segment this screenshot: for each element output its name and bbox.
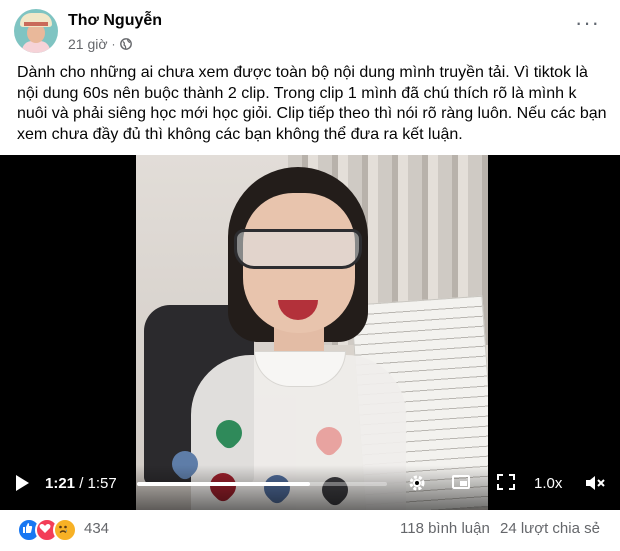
post-text: Dành cho những ai chưa xem được toàn bộ … bbox=[17, 64, 607, 143]
play-icon[interactable] bbox=[16, 475, 29, 491]
playback-speed[interactable]: 1.0x bbox=[534, 475, 562, 492]
author-name[interactable]: Thơ Nguyễn bbox=[68, 12, 162, 30]
video-player[interactable]: 1:21 / 1:57 1.0x bbox=[0, 155, 620, 510]
share-count[interactable]: 24 lượt chia sẻ bbox=[500, 520, 600, 537]
picture-in-picture-icon[interactable] bbox=[452, 475, 470, 489]
reaction-icons[interactable] bbox=[17, 518, 77, 542]
progress-bar[interactable] bbox=[137, 482, 387, 486]
current-time: 1:21 bbox=[45, 475, 76, 492]
reaction-count[interactable]: 434 bbox=[84, 520, 109, 537]
avatar-hatband bbox=[24, 22, 48, 26]
mute-icon[interactable] bbox=[584, 474, 606, 492]
post-meta: 21 giờ · bbox=[68, 36, 132, 52]
video-frame bbox=[136, 155, 488, 510]
sad-icon bbox=[53, 518, 77, 542]
gear-icon[interactable] bbox=[407, 473, 427, 493]
total-time: 1:57 bbox=[87, 475, 117, 492]
facebook-post: Thơ Nguyễn 21 giờ · ··· Dành cho những a… bbox=[0, 0, 620, 551]
expand-icon[interactable] bbox=[497, 474, 515, 490]
avatar[interactable] bbox=[14, 9, 58, 53]
time-separator: / bbox=[75, 475, 88, 492]
meta-separator: · bbox=[111, 37, 116, 51]
post-time[interactable]: 21 giờ bbox=[68, 36, 108, 52]
progress-fill bbox=[137, 482, 310, 486]
more-horizontal-icon[interactable]: ··· bbox=[575, 12, 600, 34]
comment-count[interactable]: 118 bình luận bbox=[400, 520, 490, 537]
globe-icon[interactable] bbox=[119, 38, 132, 50]
video-time: 1:21 / 1:57 bbox=[45, 475, 117, 492]
video-person-glasses bbox=[234, 229, 362, 269]
